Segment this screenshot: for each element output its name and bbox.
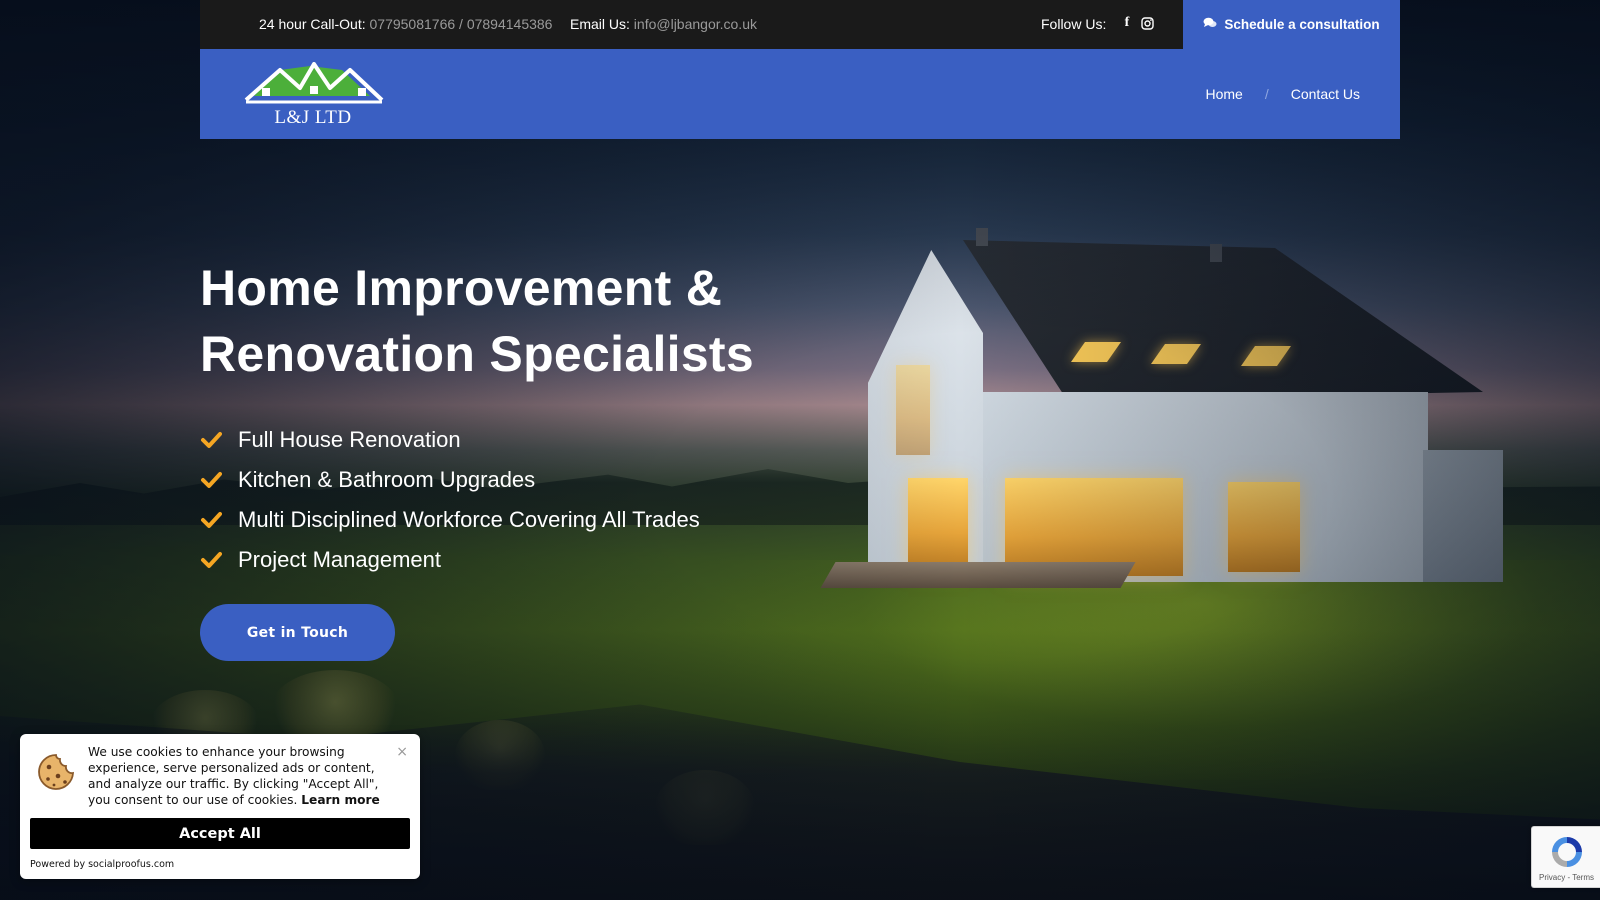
feature-item: Kitchen & Bathroom Upgrades	[200, 460, 700, 500]
check-icon	[201, 472, 222, 488]
top-bar: 24 hour Call-Out: 07795081766 / 07894145…	[200, 0, 1400, 49]
logo-roof-icon	[244, 62, 384, 104]
nav-contact-us[interactable]: Contact Us	[1291, 86, 1360, 102]
feature-label: Kitchen & Bathroom Upgrades	[238, 467, 536, 492]
nav-separator: /	[1264, 86, 1269, 102]
schedule-consultation-label: Schedule a consultation	[1224, 17, 1380, 32]
recaptcha-terms-link[interactable]: Terms	[1572, 873, 1594, 882]
learn-more-link[interactable]: Learn more	[301, 793, 380, 807]
company-logo[interactable]: L&J LTD	[242, 62, 386, 130]
chat-bubbles-icon	[1203, 17, 1217, 32]
feature-item: Multi Disciplined Workforce Covering All…	[200, 500, 700, 540]
check-icon	[201, 552, 222, 568]
close-icon[interactable]: ×	[396, 744, 408, 760]
feature-item: Project Management	[200, 540, 700, 580]
recaptcha-icon	[1552, 837, 1582, 867]
callout-info: 24 hour Call-Out: 07795081766 / 07894145…	[259, 16, 552, 32]
cookie-message: We use cookies to enhance your browsing …	[88, 744, 388, 808]
logo-text: L&J LTD	[274, 107, 352, 128]
email-link[interactable]: info@ljbangor.co.uk	[634, 16, 757, 32]
email-info: Email Us: info@ljbangor.co.uk	[570, 16, 757, 32]
email-label: Email Us:	[570, 16, 630, 32]
recaptcha-links: Privacy - Terms	[1539, 873, 1594, 882]
hero-title: Home Improvement & Renovation Specialist…	[200, 255, 840, 387]
recaptcha-badge[interactable]: Privacy - Terms	[1531, 826, 1600, 888]
feature-label: Multi Disciplined Workforce Covering All…	[238, 507, 700, 532]
callout-label: 24 hour Call-Out:	[259, 16, 366, 32]
feature-list: Full House Renovation Kitchen & Bathroom…	[200, 420, 700, 580]
schedule-consultation-button[interactable]: Schedule a consultation	[1183, 0, 1400, 49]
feature-label: Full House Renovation	[238, 427, 461, 452]
feature-item: Full House Renovation	[200, 420, 700, 460]
feature-label: Project Management	[238, 547, 441, 572]
main-nav: L&J LTD Home / Contact Us	[200, 49, 1400, 139]
cookie-icon	[38, 754, 74, 790]
hero-title-line1: Home Improvement &	[200, 260, 723, 316]
check-icon	[201, 432, 222, 448]
accept-all-button[interactable]: Accept All	[30, 818, 410, 849]
powered-by-link[interactable]: Powered by socialproofus.com	[30, 859, 174, 870]
nav-home[interactable]: Home	[1206, 86, 1243, 102]
follow-label: Follow Us:	[1041, 16, 1107, 32]
cookie-banner: We use cookies to enhance your browsing …	[20, 734, 420, 879]
check-icon	[201, 512, 222, 528]
callout-phone-link[interactable]: 07795081766 / 07894145386	[370, 16, 553, 32]
hero-title-line2: Renovation Specialists	[200, 326, 754, 382]
facebook-icon[interactable]: f	[1118, 14, 1136, 32]
get-in-touch-button[interactable]: Get in Touch	[200, 604, 395, 661]
instagram-icon[interactable]	[1138, 14, 1156, 32]
recaptcha-privacy-link[interactable]: Privacy	[1539, 873, 1565, 882]
nav-links: Home / Contact Us	[1206, 86, 1361, 102]
